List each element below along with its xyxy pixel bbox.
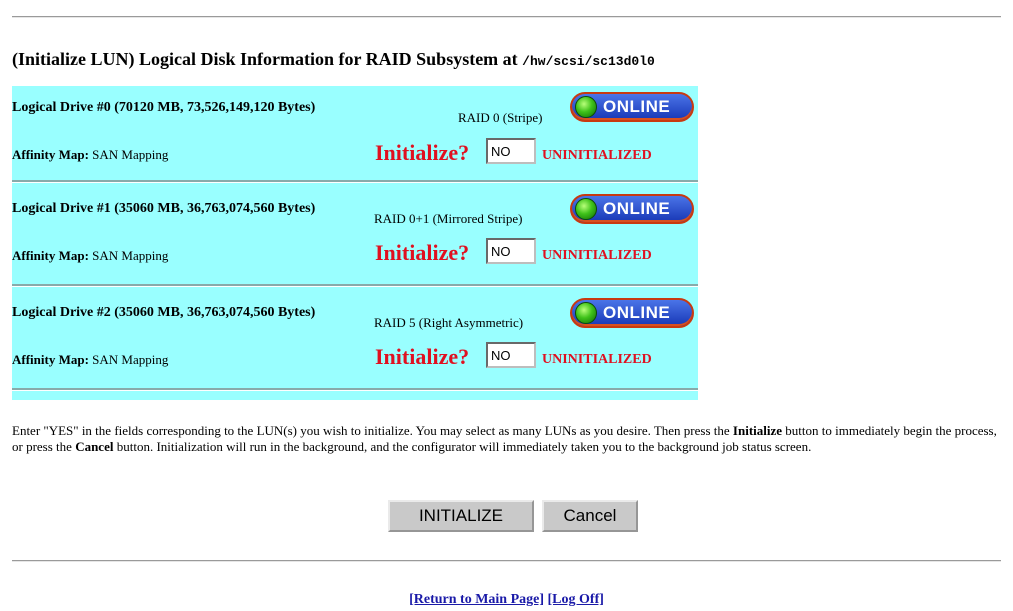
online-badge-label: ONLINE bbox=[603, 97, 671, 116]
footer-links: [Return to Main Page] [Log Off] bbox=[0, 592, 1013, 608]
lun-table: Logical Drive #0 (70120 MB, 73,526,149,1… bbox=[12, 86, 698, 400]
affinity-map-value: SAN Mapping bbox=[92, 147, 169, 162]
status-text: UNINITIALIZED bbox=[542, 352, 652, 367]
online-status-badge: ONLINE bbox=[570, 298, 694, 328]
bottom-divider bbox=[12, 560, 1001, 562]
return-to-main-link[interactable]: [Return to Main Page] bbox=[409, 592, 544, 607]
drive-separator bbox=[12, 388, 698, 391]
logical-drive-1: Logical Drive #1 (35060 MB, 36,763,074,5… bbox=[12, 190, 698, 294]
initialize-button[interactable]: INITIALIZE bbox=[388, 500, 534, 532]
status-led-icon bbox=[575, 96, 597, 118]
instructions-part: button. Initialization will run in the b… bbox=[113, 439, 812, 454]
device-path: /hw/scsi/sc13d0l0 bbox=[522, 54, 655, 69]
online-status-badge: ONLINE bbox=[570, 194, 694, 224]
top-divider bbox=[12, 16, 1001, 18]
logical-drive-0: Logical Drive #0 (70120 MB, 73,526,149,1… bbox=[12, 86, 698, 190]
raid-level: RAID 5 (Right Asymmetric) bbox=[374, 315, 524, 330]
initialize-label: Initialize? bbox=[375, 240, 470, 265]
status-text: UNINITIALIZED bbox=[542, 148, 652, 163]
instructions-text: Enter "YES" in the fields corresponding … bbox=[12, 423, 997, 455]
page-title-text: (Initialize LUN) Logical Disk Informatio… bbox=[12, 49, 523, 69]
logical-drive-2: Logical Drive #2 (35060 MB, 36,763,074,5… bbox=[12, 294, 698, 398]
initialize-input[interactable] bbox=[486, 238, 536, 264]
cancel-button[interactable]: Cancel bbox=[542, 500, 638, 532]
instructions-initialize-emphasis: Initialize bbox=[732, 423, 783, 438]
drive-separator bbox=[12, 284, 698, 287]
status-text: UNINITIALIZED bbox=[542, 248, 652, 263]
affinity-map-label: Affinity Map: bbox=[12, 248, 89, 263]
status-led-icon bbox=[575, 198, 597, 220]
page-title: (Initialize LUN) Logical Disk Informatio… bbox=[12, 49, 655, 70]
initialize-input[interactable] bbox=[486, 342, 536, 368]
affinity-map-label: Affinity Map: bbox=[12, 352, 89, 367]
affinity-map-label: Affinity Map: bbox=[12, 147, 89, 162]
online-badge-label: ONLINE bbox=[603, 199, 671, 218]
status-led-icon bbox=[575, 302, 597, 324]
online-status-badge: ONLINE bbox=[570, 92, 694, 122]
affinity-map: Affinity Map: SAN Mapping bbox=[12, 352, 168, 368]
affinity-map: Affinity Map: SAN Mapping bbox=[12, 147, 168, 163]
instructions-part: Enter "YES" in the fields corresponding … bbox=[12, 423, 733, 438]
drive-title: Logical Drive #1 (35060 MB, 36,763,074,5… bbox=[12, 201, 316, 216]
online-badge-label: ONLINE bbox=[603, 303, 671, 322]
log-off-link[interactable]: [Log Off] bbox=[548, 592, 604, 607]
instructions-cancel-emphasis: Cancel bbox=[75, 439, 114, 454]
affinity-map: Affinity Map: SAN Mapping bbox=[12, 248, 168, 264]
drive-title: Logical Drive #2 (35060 MB, 36,763,074,5… bbox=[12, 305, 316, 320]
drive-title: Logical Drive #0 (70120 MB, 73,526,149,1… bbox=[12, 100, 316, 115]
raid-level: RAID 0 (Stripe) bbox=[458, 110, 543, 125]
raid-level: RAID 0+1 (Mirrored Stripe) bbox=[374, 211, 523, 226]
initialize-label: Initialize? bbox=[375, 140, 470, 165]
initialize-input[interactable] bbox=[486, 138, 536, 164]
drive-separator bbox=[12, 180, 698, 183]
initialize-label: Initialize? bbox=[375, 344, 470, 369]
affinity-map-value: SAN Mapping bbox=[92, 248, 169, 263]
affinity-map-value: SAN Mapping bbox=[92, 352, 169, 367]
